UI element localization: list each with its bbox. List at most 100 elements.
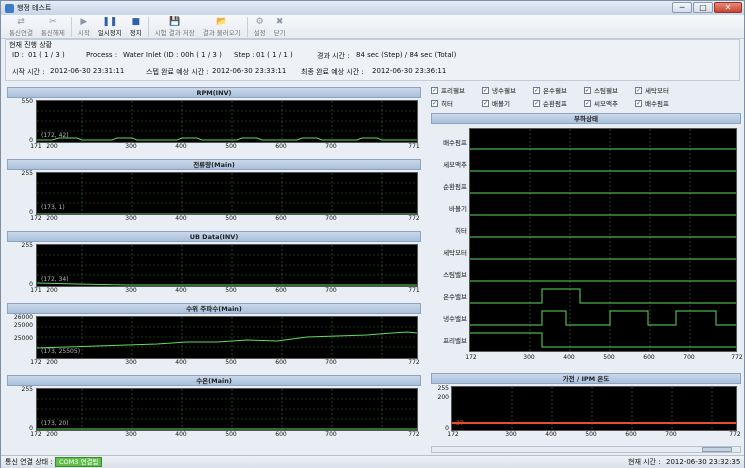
progress-status-panel: 현재 진행 상황 ID : 01 ( 1 / 3 ) Process : Wat… (5, 39, 740, 81)
load-checkbox-label: 세탁모터 (645, 87, 669, 95)
load-checkbox-2[interactable]: ✓ 온수웰브 (533, 85, 567, 95)
load-row-label: 순환펌프 (443, 183, 467, 191)
horizontal-scrollbar[interactable] (431, 446, 741, 453)
level-xtick: 772 (408, 431, 420, 438)
minimize-button[interactable]: ─ (672, 2, 692, 13)
step-end-value: 2012-06-30 23:33:11 (212, 67, 287, 75)
level-plot-svg (37, 389, 417, 430)
checkbox-box[interactable]: ✓ (431, 86, 438, 94)
ub-ymin: 0 (29, 281, 33, 288)
load-checkbox-8[interactable]: ✓ 씨모액추 (584, 98, 618, 108)
level-xtick: 172 (30, 431, 42, 438)
comm-connect-button[interactable]: ⇄ 통신연결 (5, 15, 37, 38)
close-window-button[interactable]: ✕ (714, 2, 742, 13)
checkbox-box[interactable]: ✓ (584, 86, 591, 94)
current-plot: (173, 1) (36, 172, 418, 215)
level-xtick: 300 (125, 431, 137, 438)
freq-xtick: 500 (225, 359, 237, 366)
load-trace-7 (470, 288, 736, 304)
toolbar-separator (147, 17, 149, 37)
current-xtick: 700 (325, 215, 337, 222)
checkbox-box[interactable]: ✓ (482, 86, 489, 94)
temp-xtick: 600 (625, 431, 637, 438)
load-checkbox-0[interactable]: ✓ 프리웰브 (431, 85, 465, 95)
comm-disconnect-label: 통신해제 (40, 29, 65, 37)
load-checkbox-5[interactable]: ✓ 히터 (431, 98, 453, 108)
load-result-label: 결과 불러오기 (202, 29, 241, 37)
load-checkbox-label: 히터 (441, 100, 453, 108)
temp-xtick: 400 (545, 431, 557, 438)
load-row-label: 스팀밸브 (443, 271, 467, 279)
step-value: 01 ( 1 / 1 ) (256, 51, 293, 59)
checkbox-box[interactable]: ✓ (533, 86, 540, 94)
checkbox-box[interactable]: ✓ (431, 99, 438, 107)
ub-xtick: 400 (175, 287, 187, 294)
rpm-xtick: 500 (225, 143, 237, 150)
pause-button[interactable]: ❚❚ 일시정지 (94, 15, 126, 38)
freq-plot: (173, 25505) (36, 316, 418, 359)
load-row-label: 배수펌프 (443, 139, 467, 147)
load-checkbox-7[interactable]: ✓ 순환펌프 (533, 98, 567, 108)
rpm-chart-panel: RPM(INV) (172, 42) 550 0 171 200 300 400 500 600 7… (7, 87, 421, 157)
checkbox-box[interactable]: ✓ (482, 99, 489, 107)
load-row-label: 바볼기 (449, 205, 467, 213)
settings-button[interactable]: ⚙ 설정 (250, 15, 270, 38)
freq-ymin: 25000 (13, 335, 33, 342)
scrollbar-thumb[interactable] (702, 447, 732, 452)
play-icon: ▶ (80, 17, 88, 27)
freq-trace (37, 331, 417, 349)
current-xtick: 500 (225, 215, 237, 222)
load-checkbox-9[interactable]: ✓ 배수펌프 (635, 98, 669, 108)
rpm-ymax: 550 (21, 98, 33, 105)
level-readout: (173, 20) (41, 420, 69, 427)
freq-xtick: 700 (325, 359, 337, 366)
step-label: Step : (234, 51, 255, 59)
load-checkbox-4[interactable]: ✓ 세탁모터 (635, 85, 669, 95)
current-xticks: 172 200 300 400 500 600 700 772 (30, 215, 419, 223)
load-result-button[interactable]: 📂 결과 불러오기 (199, 15, 245, 38)
ub-plot: (172, 34) (36, 244, 418, 287)
close-button[interactable]: ✖ 닫기 (270, 15, 290, 38)
load-trace-9 (470, 332, 736, 348)
load-row-label: 히터 (455, 227, 467, 235)
final-end-label: 최종 완료 예상 시간 : (301, 68, 364, 76)
current-readout: (173, 1) (41, 204, 65, 211)
load-checkbox-label: 배볼기 (492, 100, 510, 108)
level-xtick: 200 (46, 431, 58, 438)
level-ymin: 0 (29, 425, 33, 432)
checkbox-box[interactable]: ✓ (635, 86, 642, 94)
ub-ymax: 255 (21, 242, 33, 249)
elapsed-value: 84 sec (Step) / 84 sec (Total) (356, 51, 457, 59)
ub-xtick: 700 (325, 287, 337, 294)
checkbox-box[interactable]: ✓ (635, 99, 642, 107)
ub-xtick: 500 (225, 287, 237, 294)
ub-xtick: 200 (46, 287, 58, 294)
checkbox-box[interactable]: ✓ (584, 99, 591, 107)
folder-icon: 📂 (216, 17, 228, 27)
load-checkbox-group: ✓ 프리웰브 ✓ 냉수웰브 ✓ 온수웰브 ✓ 스팀웰브 ✓ 세탁모터 ✓ 히터 ✓ 배볼기 ✓ 순환펌프 ✓ 씨모… (431, 85, 741, 111)
level-chart-panel: 수온(Main) (173, 20) 255 0 172 200 300 400 500 600 7… (7, 375, 421, 445)
load-row-label: 프리밸브 (443, 337, 467, 345)
maximize-button[interactable]: □ (693, 2, 713, 13)
stop-button[interactable]: ■ 정지 (126, 15, 146, 38)
freq-chart-title: 수위 주파수(Main) (7, 303, 421, 314)
checkbox-box[interactable]: ✓ (533, 99, 540, 107)
id-value: 01 ( 1 / 3 ) (28, 51, 65, 59)
load-checkbox-1[interactable]: ✓ 냉수웰브 (482, 85, 516, 95)
load-checkbox-6[interactable]: ✓ 배볼기 (482, 98, 510, 108)
current-chart-panel: 전류량(Main) (173, 1) 255 0 172 200 300 400 500 600 7… (7, 159, 421, 229)
current-chart-title: 전류량(Main) (7, 159, 421, 170)
temp-xtick: 772 (729, 431, 741, 438)
current-xtick: 400 (175, 215, 187, 222)
current-xtick: 300 (125, 215, 137, 222)
time-label: 현재 시간 : (628, 458, 661, 466)
freq-xtick: 300 (125, 359, 137, 366)
save-result-button[interactable]: 💾 시험 결과 저장 (151, 15, 199, 38)
comm-disconnect-button[interactable]: ✂ 통신해제 (37, 15, 69, 38)
load-checkbox-3[interactable]: ✓ 스팀웰브 (584, 85, 618, 95)
start-button[interactable]: ▶ 시작 (74, 15, 94, 38)
ub-xtick: 300 (125, 287, 137, 294)
temp-svg (452, 387, 736, 430)
status-bar: 통신 연결 상태 : COM3 연결됨 현재 시간 : 2012-06-30 2… (1, 455, 744, 468)
load-checkbox-label: 온수웰브 (543, 87, 567, 95)
